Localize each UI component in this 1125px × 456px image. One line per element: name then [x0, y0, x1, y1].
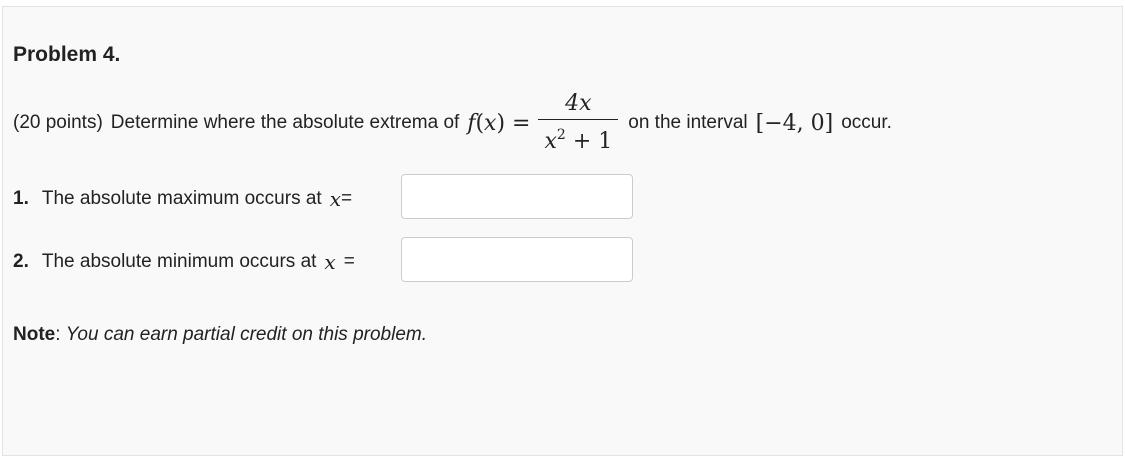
note: Note: You can earn partial credit on thi… — [13, 324, 427, 346]
part-1: 1. The absolute maximum occurs at x = — [13, 187, 352, 211]
function-expression: f(x) = — [467, 110, 531, 136]
interval: [−4, 0] — [755, 110, 834, 136]
part-1-label: The absolute maximum occurs at — [41, 188, 322, 209]
problem-panel — [2, 6, 1123, 456]
part-2-variable: x — [324, 250, 336, 274]
part-2-equals: = — [343, 251, 355, 272]
max-answer-input[interactable] — [401, 174, 633, 219]
function-name: f — [467, 110, 476, 136]
points-label: (20 points) — [13, 112, 103, 133]
statement-start: Determine where the absolute extrema of — [110, 112, 460, 133]
problem-title: Problem 4. — [13, 43, 121, 66]
statement-middle: on the interval — [628, 112, 748, 133]
part-1-variable: x — [329, 187, 341, 211]
note-separator: : — [55, 324, 61, 345]
note-label: Note — [13, 324, 56, 345]
part-1-number: 1. — [13, 188, 29, 209]
part-2: 2. The absolute minimum occurs at x = — [13, 250, 355, 274]
fraction-numerator: 4x — [565, 90, 592, 116]
problem-statement: (20 points) Determine where the absolute… — [13, 90, 892, 155]
function-fraction: 4x x2 + 1 — [538, 90, 619, 155]
part-2-label: The absolute minimum occurs at — [41, 251, 317, 272]
part-1-equals: = — [340, 188, 353, 209]
note-text: You can earn partial credit on this prob… — [65, 324, 428, 345]
fraction-denominator: x2 + 1 — [544, 127, 613, 155]
statement-end: occur. — [841, 112, 892, 133]
function-variable: x — [484, 110, 497, 136]
part-2-number: 2. — [13, 251, 29, 272]
min-answer-input[interactable] — [401, 237, 633, 282]
